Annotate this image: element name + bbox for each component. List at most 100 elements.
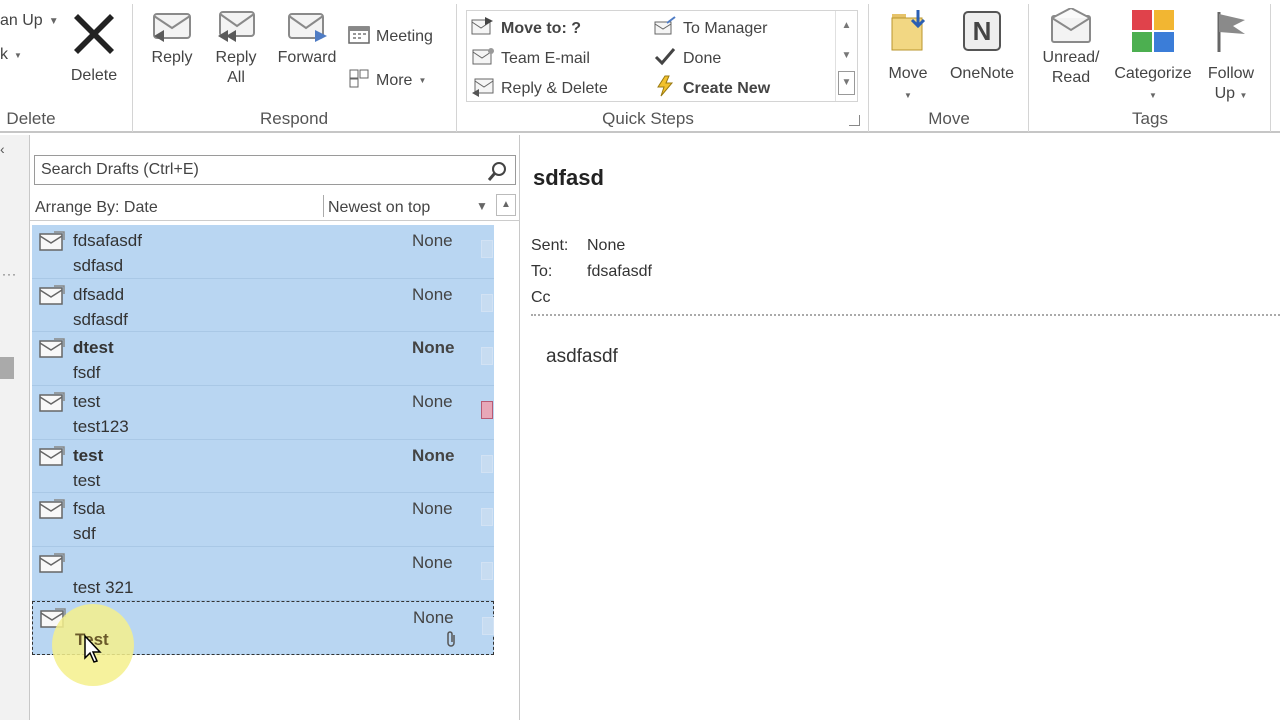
chevron-down-icon: ▼ (14, 50, 22, 60)
chevron-down-icon: ▼ (904, 91, 912, 100)
unread-label-1: Unread/ (1042, 49, 1100, 66)
sort-order-button[interactable]: Newest on top (328, 199, 430, 217)
search-icon[interactable] (487, 160, 509, 187)
quick-step-done[interactable]: Done (653, 45, 721, 72)
ribbon-divider (1270, 4, 1271, 132)
to-row: To: fdsafasdf (531, 263, 652, 281)
reply-all-button[interactable]: Reply All (208, 8, 264, 88)
clean-up-button[interactable]: an Up ▼ (0, 12, 59, 30)
flag-box-icon[interactable] (481, 347, 493, 366)
message-category: None (413, 607, 454, 627)
to-value[interactable]: fdsafasdf (587, 263, 652, 280)
ribbon-divider (456, 4, 457, 132)
follow-up-label-2: Up (1214, 85, 1236, 102)
message-category: None (412, 499, 453, 519)
ribbon-divider (1028, 4, 1029, 132)
message-row[interactable]: fdsafasdf sdfasd None (32, 225, 494, 279)
message-row[interactable]: dfsadd sdfasdf None (32, 278, 494, 333)
folder-pane-collapsed[interactable]: ‹ ··· (0, 135, 30, 720)
unread-label-2: Read (1051, 69, 1091, 86)
draft-envelope-icon (38, 284, 66, 306)
meeting-label: Meeting (376, 27, 433, 45)
message-row[interactable]: test test123 None (32, 386, 494, 440)
reply-button[interactable]: Reply (144, 8, 200, 68)
list-scrollbar-track[interactable] (496, 225, 518, 657)
move-label: Move (888, 65, 928, 82)
flag-icon (1200, 8, 1262, 60)
paperclip-icon (445, 630, 457, 653)
nav-marker (0, 357, 14, 379)
message-category: None (412, 392, 453, 412)
more-respond-button[interactable]: More ▼ (348, 68, 426, 93)
chevron-down-icon: ▼ (1149, 91, 1157, 100)
flag-box-icon[interactable] (481, 240, 493, 258)
message-row[interactable]: test 321 None (32, 547, 494, 601)
team-email-icon (471, 45, 495, 72)
forward-icon (285, 8, 329, 44)
scroll-up-icon[interactable]: ▲ (836, 11, 857, 41)
reading-pane: sdfasd Sent: None To: fdsafasdf Cc asdfasd… (521, 135, 1280, 720)
tags-group-label: Tags (1132, 109, 1168, 128)
message-category: None (412, 553, 453, 573)
ribbon-divider (868, 4, 869, 132)
dialog-launcher-icon[interactable] (849, 115, 860, 126)
flag-box-icon[interactable] (481, 293, 493, 312)
search-input[interactable]: Search Drafts (Ctrl+E) (34, 155, 516, 185)
message-row[interactable]: dtest fsdf None (32, 332, 494, 387)
message-subject: fsdf (73, 363, 101, 383)
reply-icon (150, 8, 194, 44)
onenote-label: OneNote (949, 65, 1015, 82)
flag-box-icon[interactable] (482, 616, 494, 635)
quick-step-label: Team E-mail (501, 49, 590, 67)
more-dots-icon[interactable]: ··· (2, 267, 17, 281)
flag-box-icon[interactable] (481, 508, 493, 527)
arrange-by-button[interactable]: Arrange By: Date (35, 199, 158, 217)
message-row[interactable]: fsda sdf None (32, 493, 494, 548)
ribbon-divider (132, 4, 133, 132)
message-subject: sdf (73, 524, 96, 544)
meeting-button[interactable]: Meeting (348, 24, 433, 49)
chevron-down-icon[interactable]: ▼ (476, 199, 488, 213)
onenote-button[interactable]: N OneNote (944, 8, 1020, 84)
flag-box-icon[interactable] (481, 562, 493, 581)
categorize-button[interactable]: Categorize ▼ (1110, 8, 1196, 106)
move-button[interactable]: Move ▼ (882, 8, 934, 106)
quick-step-create-new[interactable]: Create New (653, 75, 770, 102)
reply-all-label-1: Reply (215, 49, 257, 66)
scroll-down-icon[interactable]: ▼ (836, 41, 857, 71)
reply-label: Reply (151, 49, 193, 66)
junk-button[interactable]: k ▼ (0, 46, 22, 64)
delete-label: Delete (70, 67, 118, 84)
expand-gallery-icon[interactable]: ▼ (838, 71, 855, 95)
draft-envelope-icon (38, 498, 66, 520)
draft-envelope-icon (38, 230, 66, 252)
forward-button[interactable]: Forward (272, 8, 342, 68)
sent-row: Sent: None (531, 237, 625, 255)
red-flag-box-icon[interactable] (481, 401, 493, 420)
unread-read-button[interactable]: Unread/ Read (1036, 6, 1106, 88)
onenote-icon: N (944, 8, 1020, 60)
quick-step-team-email[interactable]: Team E-mail (471, 45, 590, 72)
move-folder-icon (471, 15, 495, 42)
ribbon: an Up ▼ k ▼ Delete Delete Reply Reply Al… (0, 0, 1280, 133)
move-group-label: Move (928, 109, 970, 128)
to-label: To: (531, 263, 553, 280)
categorize-label: Categorize (1114, 65, 1192, 82)
delete-button[interactable]: Delete (64, 8, 124, 86)
quick-step-reply-delete[interactable]: Reply & Delete (471, 75, 608, 102)
collapse-arrow-icon[interactable]: ‹ (0, 141, 5, 157)
quick-step-to-manager[interactable]: To Manager (653, 15, 768, 42)
message-sender: test (73, 445, 104, 465)
sent-label: Sent: (531, 237, 569, 254)
scroll-up-icon[interactable]: ▲ (496, 194, 516, 216)
delete-group-label: Delete (6, 109, 56, 128)
message-row[interactable]: test test None (32, 439, 494, 494)
quick-step-label: Done (683, 49, 722, 67)
chevron-down-icon: ▼ (418, 76, 427, 85)
quick-step-label: To Manager (683, 19, 768, 37)
quick-steps-scrollbar[interactable]: ▲ ▼ ▼ (835, 11, 857, 101)
quick-step-move-to[interactable]: Move to: ? (471, 15, 581, 42)
message-sender: test (73, 392, 101, 412)
flag-box-icon[interactable] (481, 454, 493, 473)
follow-up-button[interactable]: Follow Up ▼ (1200, 8, 1262, 106)
